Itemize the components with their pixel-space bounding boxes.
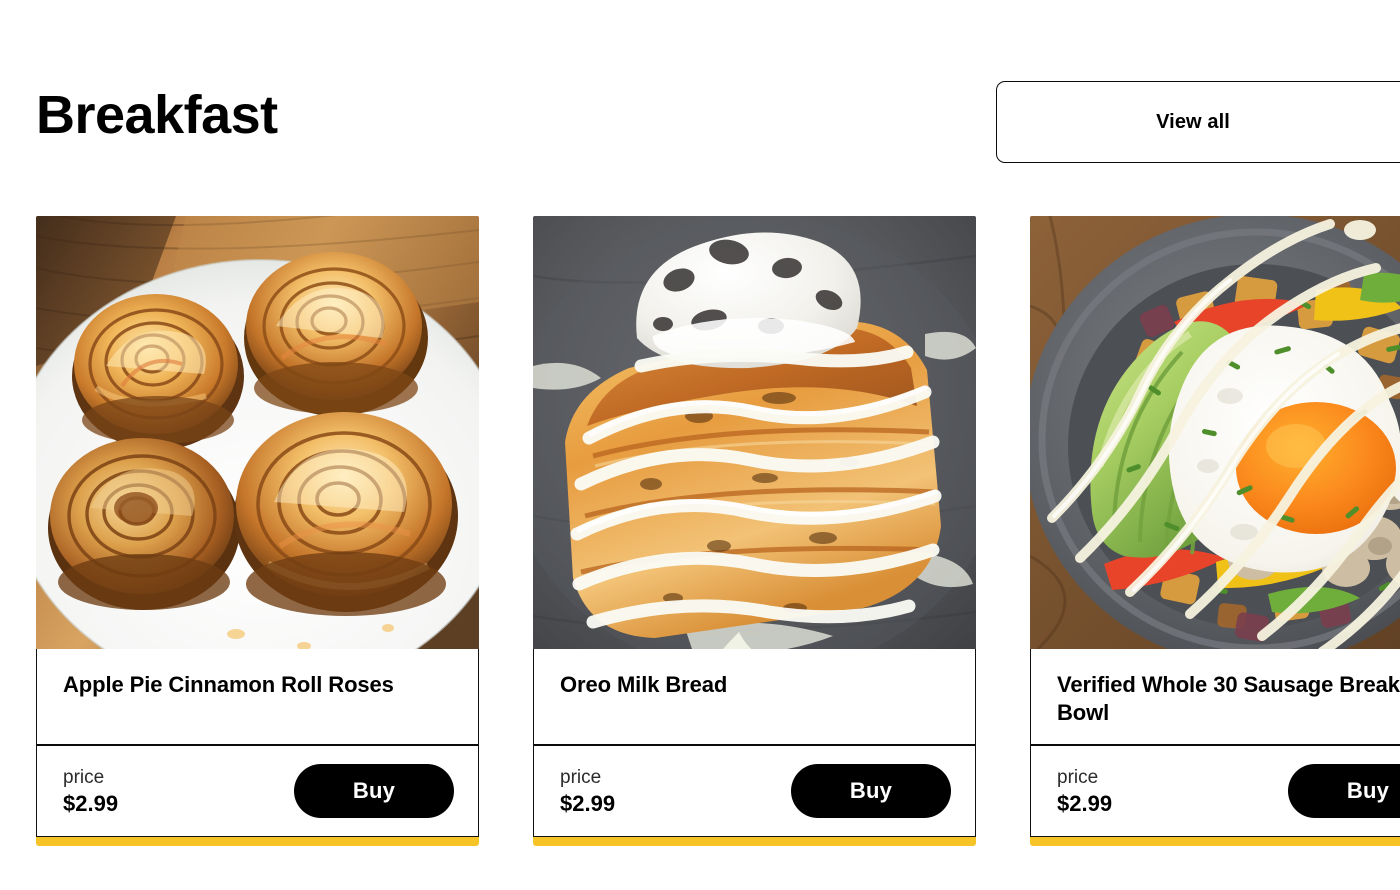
page-header: Breakfast View all bbox=[0, 0, 1400, 200]
product-card-body: Verified Whole 30 Sausage Breakfast Bowl… bbox=[1030, 649, 1400, 838]
product-card-footer: price $2.99 Buy bbox=[534, 746, 975, 836]
product-card[interactable]: Verified Whole 30 Sausage Breakfast Bowl… bbox=[1030, 216, 1400, 846]
product-title-area: Oreo Milk Bread bbox=[534, 649, 975, 744]
product-title: Oreo Milk Bread bbox=[560, 671, 949, 699]
price-value: $2.99 bbox=[1057, 793, 1112, 815]
buy-button[interactable]: Buy bbox=[1288, 764, 1400, 818]
price-label: price bbox=[1057, 768, 1112, 787]
card-accent-bar bbox=[533, 837, 976, 846]
product-image-verified-whole-30-sausage-breakfast-bowl bbox=[1030, 216, 1400, 649]
product-card-footer: price $2.99 Buy bbox=[37, 746, 478, 836]
apple-pie-roses-illustration bbox=[36, 216, 479, 649]
buy-button[interactable]: Buy bbox=[791, 764, 951, 818]
product-title: Verified Whole 30 Sausage Breakfast Bowl bbox=[1057, 671, 1400, 727]
view-all-button[interactable]: View all bbox=[996, 81, 1400, 163]
product-card-body: Oreo Milk Bread price $2.99 Buy bbox=[533, 649, 976, 838]
product-title-area: Apple Pie Cinnamon Roll Roses bbox=[37, 649, 478, 744]
product-title-area: Verified Whole 30 Sausage Breakfast Bowl bbox=[1031, 649, 1400, 744]
product-image-apple-pie-cinnamon-roll-roses bbox=[36, 216, 479, 649]
price-label: price bbox=[560, 768, 615, 787]
breakfast-bowl-illustration bbox=[1030, 216, 1400, 649]
product-card[interactable]: Apple Pie Cinnamon Roll Roses price $2.9… bbox=[36, 216, 479, 846]
view-all-label: View all bbox=[1156, 111, 1230, 134]
price-value: $2.99 bbox=[560, 793, 615, 815]
page-title: Breakfast bbox=[36, 88, 278, 142]
product-card-footer: price $2.99 Buy bbox=[1031, 746, 1400, 836]
price-label: price bbox=[63, 768, 118, 787]
price-block: price $2.99 bbox=[1057, 768, 1112, 815]
product-image-oreo-milk-bread bbox=[533, 216, 976, 649]
card-accent-bar bbox=[36, 837, 479, 846]
price-value: $2.99 bbox=[63, 793, 118, 815]
product-card-grid: Apple Pie Cinnamon Roll Roses price $2.9… bbox=[36, 216, 1400, 846]
card-accent-bar bbox=[1030, 837, 1400, 846]
product-card-body: Apple Pie Cinnamon Roll Roses price $2.9… bbox=[36, 649, 479, 838]
breakfast-category-page: Breakfast View all bbox=[0, 0, 1400, 890]
product-card[interactable]: Oreo Milk Bread price $2.99 Buy bbox=[533, 216, 976, 846]
oreo-milk-bread-illustration bbox=[533, 216, 976, 649]
price-block: price $2.99 bbox=[63, 768, 118, 815]
buy-button[interactable]: Buy bbox=[294, 764, 454, 818]
price-block: price $2.99 bbox=[560, 768, 615, 815]
product-title: Apple Pie Cinnamon Roll Roses bbox=[63, 671, 452, 699]
